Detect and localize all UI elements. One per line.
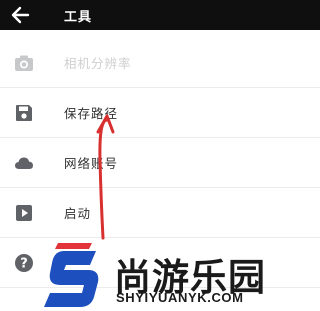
menu-item-label: 保存路径 bbox=[64, 106, 119, 121]
menu-item-network-account[interactable]: 网络账号 bbox=[0, 138, 320, 188]
menu-item-label: 网络账号 bbox=[64, 156, 119, 171]
page-title: 工具 bbox=[64, 10, 93, 25]
back-button[interactable] bbox=[8, 2, 36, 28]
watermark: 尚游乐园 SHYIYUANYK.COM bbox=[40, 243, 320, 311]
menu-item-label: 启动 bbox=[64, 206, 92, 221]
app-bar: 工具 bbox=[0, 0, 320, 30]
cloud-icon bbox=[15, 157, 33, 169]
save-icon bbox=[16, 105, 32, 121]
help-icon: ? bbox=[15, 254, 33, 272]
svg-text:?: ? bbox=[20, 257, 28, 272]
watermark-english-text: SHYIYUANYK.COM bbox=[116, 290, 244, 305]
menu-item-label: 相机分辨率 bbox=[64, 56, 132, 71]
watermark-logo bbox=[44, 243, 99, 307]
back-arrow-icon bbox=[11, 6, 30, 24]
menu-item-startup[interactable]: 启动 bbox=[0, 188, 320, 238]
play-icon bbox=[16, 205, 32, 221]
menu-item-save-path[interactable]: 保存路径 bbox=[0, 88, 320, 138]
camera-icon bbox=[15, 55, 33, 71]
menu-item-camera-resolution[interactable]: 相机分辨率 bbox=[0, 38, 320, 88]
